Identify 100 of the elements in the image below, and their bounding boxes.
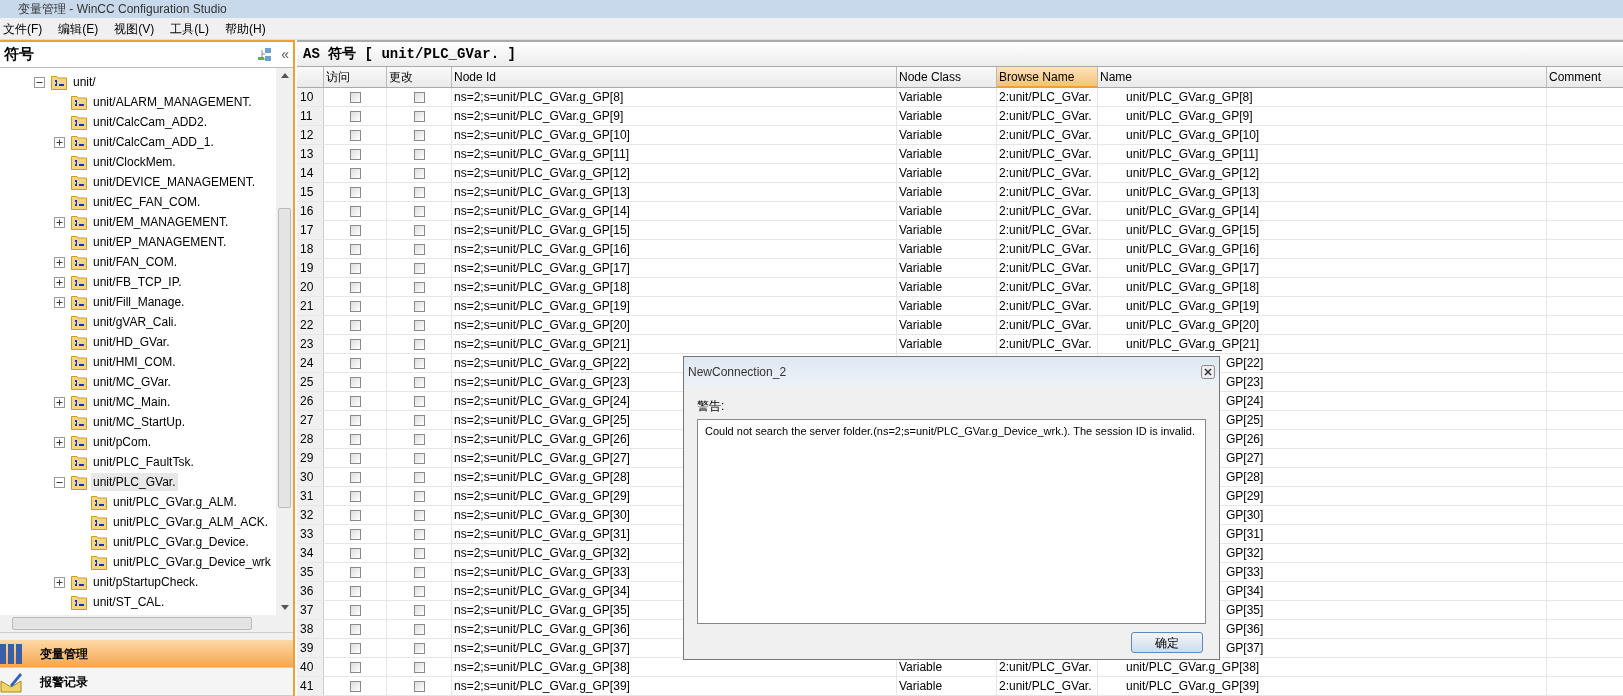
checkbox[interactable] <box>349 414 361 426</box>
tree-item[interactable]: unit/PLC_GVar.g_ALM_ACK. <box>111 513 271 531</box>
nav-item[interactable]: 报警记录 <box>0 668 293 696</box>
checkbox[interactable] <box>413 110 425 122</box>
checkbox[interactable] <box>413 129 425 141</box>
checkbox[interactable] <box>413 452 425 464</box>
checkbox[interactable] <box>349 91 361 103</box>
expand-toggle[interactable] <box>54 396 65 408</box>
tree-item[interactable]: unit/MC_Main. <box>91 393 173 411</box>
tree-item[interactable]: unit/ <box>71 73 98 91</box>
expand-toggle[interactable] <box>54 136 65 148</box>
scroll-thumb[interactable] <box>278 208 291 508</box>
tree-item[interactable]: unit/Fill_Manage. <box>91 293 187 311</box>
checkbox[interactable] <box>413 566 425 578</box>
checkbox[interactable] <box>413 186 425 198</box>
scroll-down-icon[interactable] <box>280 605 289 610</box>
column-header[interactable]: Comment <box>1547 67 1623 87</box>
checkbox[interactable] <box>349 148 361 160</box>
horizontal-scrollbar[interactable] <box>0 615 293 632</box>
checkbox[interactable] <box>413 433 425 445</box>
checkbox[interactable] <box>413 148 425 160</box>
checkbox[interactable] <box>413 376 425 388</box>
link-icon[interactable] <box>257 46 274 63</box>
checkbox[interactable] <box>413 585 425 597</box>
column-header[interactable]: Browse Name <box>997 67 1098 87</box>
checkbox[interactable] <box>413 471 425 483</box>
expand-toggle[interactable] <box>54 576 65 588</box>
checkbox[interactable] <box>349 661 361 673</box>
tree-item[interactable]: unit/ALARM_MANAGEMENT. <box>91 93 254 111</box>
checkbox[interactable] <box>349 585 361 597</box>
tree-item[interactable]: unit/PLC_FaultTsk. <box>91 453 196 471</box>
menu-item[interactable]: 视图(V) <box>113 19 156 38</box>
checkbox[interactable] <box>413 300 425 312</box>
tree-item[interactable]: unit/pCom. <box>91 433 154 451</box>
tree-item[interactable]: unit/EP_MANAGEMENT. <box>91 233 229 251</box>
checkbox[interactable] <box>349 547 361 559</box>
tree-item[interactable]: unit/PLC_GVar. <box>91 473 178 491</box>
checkbox[interactable] <box>349 300 361 312</box>
tree-item[interactable]: unit/HMI_COM. <box>91 353 178 371</box>
checkbox[interactable] <box>349 604 361 616</box>
checkbox[interactable] <box>349 243 361 255</box>
checkbox[interactable] <box>413 604 425 616</box>
tree-item[interactable]: unit/DEVICE_MANAGEMENT. <box>91 173 258 191</box>
ok-button[interactable]: 确定 <box>1131 632 1203 653</box>
checkbox[interactable] <box>349 281 361 293</box>
expand-toggle[interactable] <box>54 296 65 308</box>
checkbox[interactable] <box>413 243 425 255</box>
tree-item[interactable]: unit/MC_StartUp. <box>91 413 188 431</box>
tree-item[interactable]: unit/EC_FAN_COM. <box>91 193 203 211</box>
close-icon[interactable] <box>1201 365 1215 379</box>
checkbox[interactable] <box>413 262 425 274</box>
menu-item[interactable]: 文件(F) <box>2 19 44 38</box>
checkbox[interactable] <box>413 623 425 635</box>
checkbox[interactable] <box>413 547 425 559</box>
checkbox[interactable] <box>413 281 425 293</box>
checkbox[interactable] <box>349 357 361 369</box>
menu-item[interactable]: 帮助(H) <box>224 19 267 38</box>
checkbox[interactable] <box>349 167 361 179</box>
tree-item[interactable]: unit/CalcCam_ADD_1. <box>91 133 216 151</box>
expand-toggle[interactable] <box>54 436 65 448</box>
checkbox[interactable] <box>413 414 425 426</box>
checkbox[interactable] <box>349 433 361 445</box>
expand-toggle[interactable] <box>54 216 65 228</box>
tree-item[interactable]: unit/HD_GVar. <box>91 333 172 351</box>
checkbox[interactable] <box>349 224 361 236</box>
tree-item[interactable]: unit/gVAR_Cali. <box>91 313 179 331</box>
checkbox[interactable] <box>349 319 361 331</box>
checkbox[interactable] <box>413 224 425 236</box>
checkbox[interactable] <box>349 129 361 141</box>
tree-item[interactable]: unit/EM_MANAGEMENT. <box>91 213 231 231</box>
column-header[interactable]: Node Id <box>452 67 897 87</box>
tree-item[interactable]: unit/ST_CAL. <box>91 593 167 611</box>
checkbox[interactable] <box>413 490 425 502</box>
tree-item[interactable]: unit/PLC_GVar.g_Device. <box>111 533 251 551</box>
checkbox[interactable] <box>413 91 425 103</box>
checkbox[interactable] <box>349 452 361 464</box>
checkbox[interactable] <box>349 376 361 388</box>
checkbox[interactable] <box>413 642 425 654</box>
tree-item[interactable]: unit/ClockMem. <box>91 153 178 171</box>
checkbox[interactable] <box>349 110 361 122</box>
checkbox[interactable] <box>349 471 361 483</box>
checkbox[interactable] <box>413 338 425 350</box>
column-header[interactable]: 访问 <box>324 67 387 87</box>
column-header[interactable]: 更改 <box>387 67 452 87</box>
tree-item[interactable]: unit/PLC_GVar.g_Device_wrk <box>111 553 273 571</box>
checkbox[interactable] <box>349 262 361 274</box>
checkbox[interactable] <box>349 680 361 692</box>
checkbox[interactable] <box>349 509 361 521</box>
nav-item[interactable]: 变量管理 <box>0 640 293 668</box>
checkbox[interactable] <box>413 395 425 407</box>
menu-item[interactable]: 工具(L) <box>169 19 210 38</box>
tree-item[interactable]: unit/PLC_GVar.g_ALM. <box>111 493 239 511</box>
tree-item[interactable]: unit/pStartupCheck. <box>91 573 201 591</box>
column-header[interactable]: Name <box>1098 67 1547 87</box>
checkbox[interactable] <box>349 186 361 198</box>
tree-item[interactable]: unit/FB_TCP_IP. <box>91 273 184 291</box>
checkbox[interactable] <box>413 357 425 369</box>
checkbox[interactable] <box>349 395 361 407</box>
collapse-button[interactable]: « <box>281 44 289 65</box>
checkbox[interactable] <box>413 509 425 521</box>
